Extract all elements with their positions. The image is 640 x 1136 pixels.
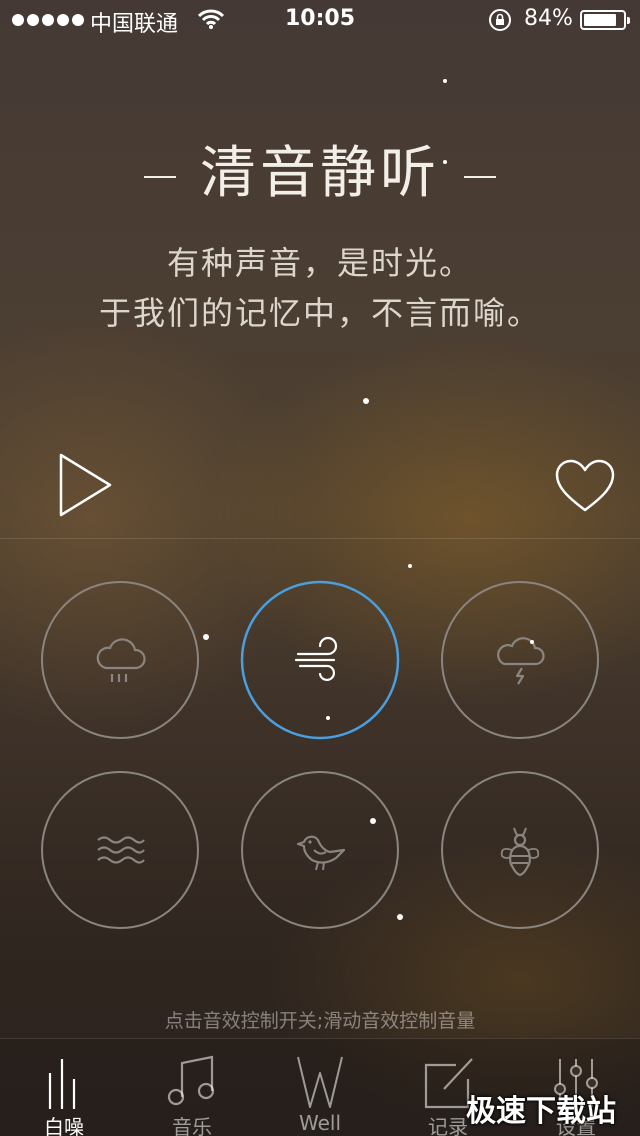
- sound-thunder-button[interactable]: [440, 580, 600, 740]
- tab-label: Well: [298, 1111, 342, 1135]
- status-bar: 中国联通 10:05 84%: [0, 0, 640, 40]
- page-title: 清音静听: [0, 128, 640, 209]
- tab-well[interactable]: Well: [256, 1039, 384, 1136]
- usage-hint: 点击音效控制开关;滑动音效控制音量: [164, 1010, 476, 1032]
- wind-icon: [294, 636, 338, 681]
- particle: [443, 160, 447, 164]
- tab-label: 音乐: [172, 1115, 212, 1136]
- tagline-line-2: 于我们的记忆中，不言而喻。: [98, 294, 541, 332]
- page-title-text: 清音静听: [200, 141, 440, 206]
- rain-cloud-icon: [96, 638, 146, 682]
- bars-icon: [48, 1059, 76, 1109]
- particle: [408, 564, 412, 568]
- w-logo-icon: [297, 1056, 343, 1108]
- particle: [370, 818, 376, 824]
- divider: [0, 538, 640, 539]
- rotation-lock-icon: [489, 9, 511, 31]
- particle: [326, 716, 330, 720]
- sound-bird-button[interactable]: [240, 770, 400, 930]
- favorite-heart-button[interactable]: [554, 458, 616, 514]
- particle: [363, 398, 369, 404]
- battery-icon: [580, 10, 630, 30]
- tagline-line-1: 有种声音，是时光。: [166, 244, 473, 282]
- particle: [443, 79, 447, 83]
- tab-label: 白噪: [44, 1115, 84, 1136]
- particle: [530, 640, 534, 644]
- play-button[interactable]: [58, 452, 114, 518]
- thunder-cloud-icon: [497, 637, 545, 685]
- particle: [203, 634, 209, 640]
- watermark: 极速下载站: [466, 1094, 616, 1129]
- tab-white-noise[interactable]: 白噪: [0, 1039, 128, 1136]
- particle: [397, 914, 403, 920]
- bird-icon: [296, 835, 346, 871]
- tab-music[interactable]: 音乐: [128, 1039, 256, 1136]
- sound-wind-button[interactable]: [240, 580, 400, 740]
- music-note-icon: [167, 1055, 215, 1106]
- sound-waves-button[interactable]: [40, 770, 200, 930]
- sound-insect-button[interactable]: [440, 770, 600, 930]
- bee-icon: [500, 827, 540, 877]
- waves-icon: [97, 836, 145, 864]
- sound-rain-button[interactable]: [40, 580, 200, 740]
- battery-percent: 84%: [524, 6, 573, 31]
